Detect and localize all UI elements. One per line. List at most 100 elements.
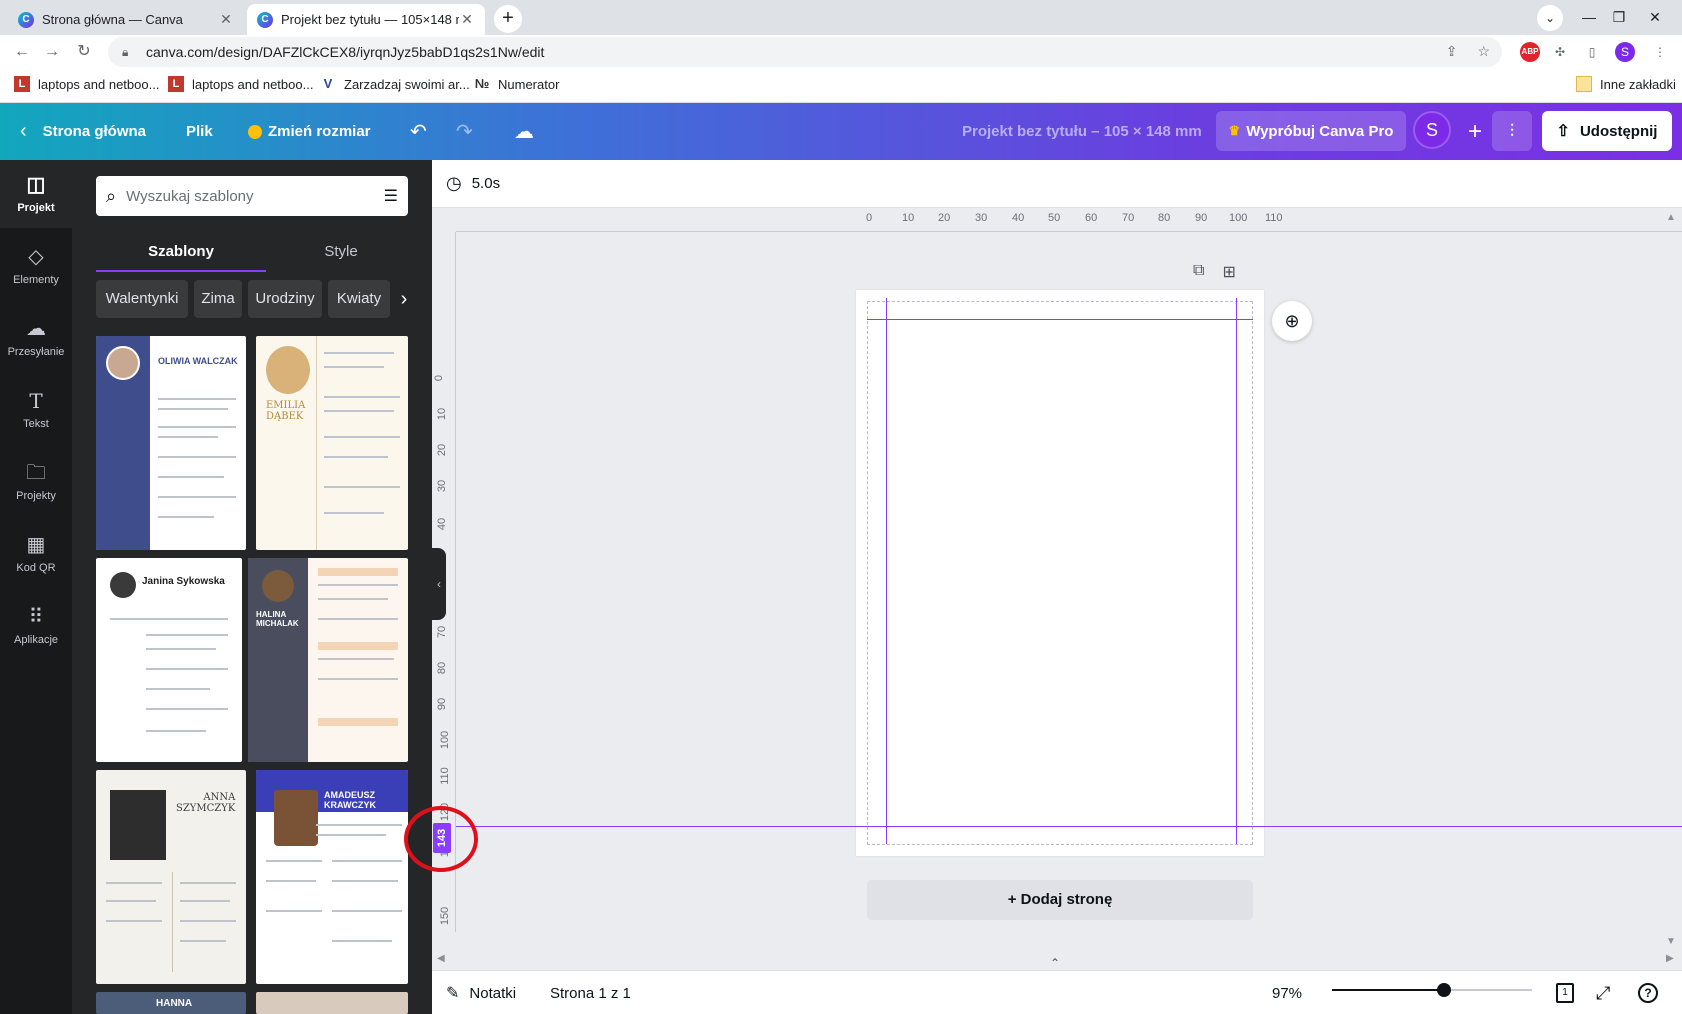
rail-item-elementy[interactable]: ◇ Elementy [0,232,72,300]
guide-line[interactable] [1236,298,1237,844]
ruler-tick-label: 100 [439,730,452,750]
other-bookmarks-folder[interactable]: Inne zakładki [1576,76,1676,92]
scroll-down-arrow-icon[interactable]: ▼ [1666,936,1676,947]
template-card[interactable]: HANNA [96,992,246,1014]
chip-zima[interactable]: Zima [194,280,242,318]
star-icon[interactable]: ☆ [1477,43,1490,60]
template-card[interactable]: ANNA SZYMCZYK [96,770,246,984]
try-pro-label: Wypróbuj Canva Pro [1246,122,1394,140]
fullscreen-icon[interactable]: ⤢ [1596,971,1610,1014]
rail-item-tekst[interactable]: T Tekst [0,376,72,444]
zoom-value[interactable]: 97% [1272,971,1302,1014]
bookmarks-bar: L laptops and netboo... L laptops and ne… [0,69,1682,103]
template-card[interactable]: EMILIA DĄBEK [256,336,408,550]
help-button[interactable]: ? [1638,971,1658,1014]
duplicate-page-icon[interactable]: ⧉ [1193,262,1204,282]
ruler-tick-label: 60 [1085,212,1098,224]
puzzle-extensions-icon[interactable]: ✣ [1550,42,1570,62]
redo-icon[interactable]: ↷ [456,103,473,160]
try-canva-pro-button[interactable]: ♛ Wypróbuj Canva Pro [1216,111,1406,151]
close-icon[interactable]: ✕ [218,11,234,28]
forward-arrow-icon[interactable]: → [40,40,64,64]
template-card[interactable]: OLIWIA WALCZAK [96,336,246,550]
layout-icon: ◫ [26,174,46,196]
filter-sliders-icon[interactable]: ☰ [384,186,398,206]
shapes-icon: ◇ [28,246,44,268]
search-input[interactable] [126,187,384,205]
template-card[interactable] [256,992,408,1014]
share-button[interactable]: ⇧ Udostępnij [1542,111,1672,151]
bookmark-favicon-icon: L [14,76,30,92]
side-panel-icon[interactable]: ▯ [1582,42,1602,62]
address-bar[interactable]: 🔒︎ canva.com/design/DAFZlCkCEX8/iyrqnJyz… [108,37,1502,67]
template-card[interactable]: Janina Sykowska [96,558,242,762]
horizontal-ruler[interactable]: 0 10 20 30 40 50 60 70 80 90 100 110 [456,208,1682,232]
user-avatar[interactable]: S [1413,111,1451,149]
rail-label: Przesyłanie [7,346,65,358]
chip-walentynki[interactable]: Walentynki [96,280,188,318]
restore-icon[interactable]: ❐ [1604,2,1634,32]
bookmark-item[interactable]: № Numerator [474,76,559,92]
menu-kebab-icon[interactable]: ⋮ [1650,42,1670,62]
reload-icon[interactable]: ↻ [72,40,96,64]
chip-urodziny[interactable]: Urodziny [248,280,322,318]
collapse-panel-handle[interactable]: ‹ [432,548,446,620]
add-comment-icon[interactable]: ⊕ [1272,301,1312,341]
back-arrow-icon[interactable]: ← [10,40,34,64]
close-window-icon[interactable]: ✕ [1640,2,1670,32]
rail-item-projekt[interactable]: ◫ Projekt [0,160,72,228]
share-page-icon[interactable]: ⇪ [1446,43,1458,60]
bookmark-item[interactable]: L laptops and netboo... [168,76,313,92]
rail-item-przesylanie[interactable]: ☁ Przesyłanie [0,304,72,372]
profile-avatar[interactable]: S [1615,42,1635,62]
guide-line-dragging[interactable] [456,826,1682,827]
rail-item-projekty[interactable]: 🗀︎ Projekty [0,448,72,516]
tab-style[interactable]: Style [266,232,416,272]
add-page-icon[interactable]: ⊞ [1222,262,1235,282]
scroll-left-arrow-icon[interactable]: ◀ [437,953,445,964]
scroll-up-arrow-icon[interactable]: ▲ [1666,212,1676,223]
design-page[interactable] [856,290,1264,856]
template-card[interactable]: HALINA MICHALAK [248,558,408,762]
apps-grid-icon: ⠿ [28,606,44,628]
home-button[interactable]: ‹ Strona główna [20,103,146,160]
browser-tab-home[interactable]: C Strona główna — Canva ✕ [8,4,244,35]
annotation-circle [404,806,478,872]
chevron-up-icon[interactable]: ⌃ [1050,956,1062,970]
add-people-icon[interactable]: + [1455,103,1495,160]
template-card[interactable]: AMADEUSZ KRAWCZYK [256,770,408,984]
page-count[interactable]: Strona 1 z 1 [550,971,631,1014]
template-search-box[interactable]: ⌕ ☰ [96,176,408,216]
duration-value[interactable]: 5.0s [472,175,500,192]
new-tab-button[interactable]: + [494,5,522,33]
adblock-extension-icon[interactable]: ABP [1520,42,1540,62]
add-page-button[interactable]: + Dodaj stronę [867,880,1253,920]
clock-icon[interactable]: ◷ [446,173,462,194]
notes-button[interactable]: ✎ Notatki [446,971,516,1014]
rail-item-kod-qr[interactable]: ▦ Kod QR [0,520,72,588]
minimize-icon[interactable]: — [1574,2,1604,32]
browser-tab-project[interactable]: C Projekt bez tytułu — 105×148 m ✕ [247,4,485,35]
zoom-slider-thumb[interactable] [1437,983,1451,997]
avatar [106,346,140,380]
chip-kwiaty[interactable]: Kwiaty [328,280,390,318]
ruler-tick-label: 80 [1158,212,1171,224]
guide-line[interactable] [867,319,1253,320]
scroll-right-arrow-icon[interactable]: ▶ [1666,953,1674,964]
file-menu-button[interactable]: Plik [186,103,213,160]
rail-item-aplikacje[interactable]: ⠿ Aplikacje [0,592,72,660]
page-grid-button[interactable]: 1 [1556,971,1574,1014]
resize-button[interactable]: Zmień rozmiar [248,103,371,160]
chevron-right-icon[interactable]: › [394,280,414,318]
bookmark-item[interactable]: L laptops and netboo... [14,76,159,92]
undo-icon[interactable]: ↶ [410,103,427,160]
close-icon[interactable]: ✕ [459,11,475,28]
tab-search-chevron-icon[interactable]: ⌄ [1537,5,1563,31]
tab-szablony[interactable]: Szablony [96,232,266,272]
insights-chart-icon[interactable]: ⫶ [1492,111,1532,151]
cloud-saved-icon[interactable]: ☁ [514,103,534,160]
avatar [274,790,318,846]
bookmark-item[interactable]: V Zarzadzaj swoimi ar... [320,76,470,92]
guide-line[interactable] [886,298,887,844]
project-title[interactable]: Projekt bez tytułu – 105 × 148 mm [962,103,1202,160]
